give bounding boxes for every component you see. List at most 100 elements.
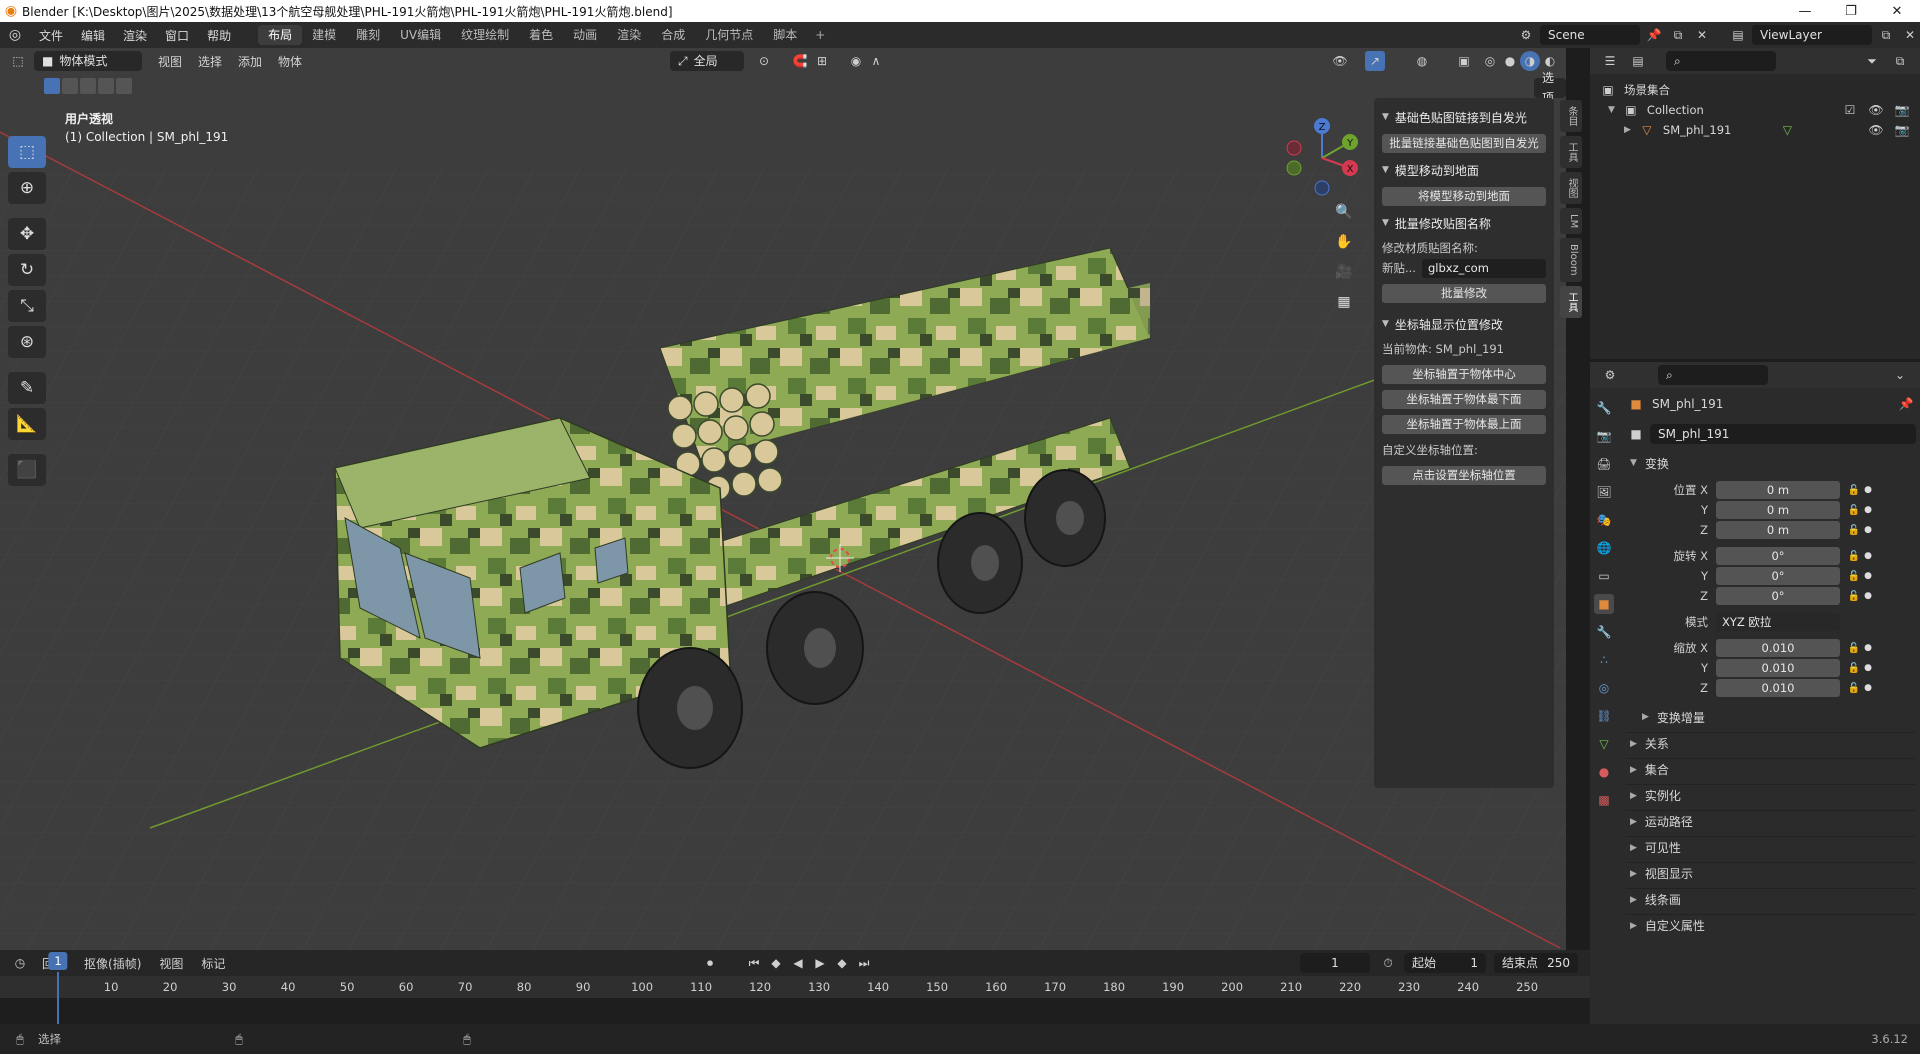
properties-search-input[interactable]: ⌕ xyxy=(1658,365,1768,385)
data-tab-icon[interactable]: ▽ xyxy=(1594,734,1614,754)
texture-tab-icon[interactable]: ▩ xyxy=(1594,790,1614,810)
menu-select[interactable]: 选择 xyxy=(190,53,230,70)
display-mode-icon[interactable]: ▤ xyxy=(1628,51,1648,71)
transform-tool-icon[interactable]: ⊛ xyxy=(8,326,46,358)
tab-lm[interactable]: LM xyxy=(1560,208,1582,235)
tab-bloom[interactable]: Bloom xyxy=(1560,238,1582,282)
zoom-icon[interactable]: 🔍 xyxy=(1330,198,1358,226)
scene-tab-icon[interactable]: 🎭 xyxy=(1594,510,1614,530)
batch-rename-button[interactable]: 批量修改 xyxy=(1382,284,1546,303)
tab-geometry-nodes[interactable]: 几何节点 xyxy=(695,25,763,45)
set-origin-button[interactable]: 点击设置坐标轴位置 xyxy=(1382,466,1546,485)
object-datablock-icon[interactable]: ■ xyxy=(1626,424,1646,444)
object-tab-icon[interactable]: ■ xyxy=(1594,594,1614,614)
keyframe-dot-icon[interactable]: ● xyxy=(1862,643,1874,653)
pin-icon[interactable]: 📌 xyxy=(1644,25,1664,45)
panel-rename-textures-header[interactable]: ▼ 批量修改贴图名称 xyxy=(1382,212,1546,234)
menu-keying[interactable]: 抠像(插帧) xyxy=(78,955,147,972)
gizmo-toggle-icon[interactable]: ↗ xyxy=(1365,51,1385,71)
section-relations[interactable]: ▶ 关系 xyxy=(1626,732,1916,754)
keyframe-dot-icon[interactable]: ● xyxy=(1862,683,1874,693)
object-name-field[interactable]: SM_phl_191 xyxy=(1650,424,1916,444)
select-new-icon[interactable] xyxy=(44,78,60,94)
menu-object[interactable]: 物体 xyxy=(270,53,310,70)
select-extend-icon[interactable] xyxy=(62,78,78,94)
tab-tool-addon[interactable]: 工具 xyxy=(1560,285,1582,318)
lock-icon[interactable]: 🔓 xyxy=(1846,525,1862,536)
section-instancing[interactable]: ▶ 实例化 xyxy=(1626,784,1916,806)
lock-icon[interactable]: 🔓 xyxy=(1846,591,1862,602)
prev-keyframe-icon[interactable]: ◆ xyxy=(766,953,786,973)
menu-timeline-view[interactable]: 视图 xyxy=(153,955,189,972)
cursor-tool-icon[interactable]: ⊕ xyxy=(8,172,46,204)
origin-top-button[interactable]: 坐标轴置于物体最上面 xyxy=(1382,415,1546,434)
scale-y-field[interactable]: 0.010 xyxy=(1716,659,1840,677)
keyframe-dot-icon[interactable]: ● xyxy=(1862,591,1874,601)
playhead[interactable]: 1 xyxy=(48,952,68,970)
location-x-field[interactable]: 0 m xyxy=(1716,481,1840,499)
menu-help[interactable]: 帮助 xyxy=(198,27,240,44)
annotate-tool-icon[interactable]: ✎ xyxy=(8,372,46,404)
collection-tab-icon[interactable]: ▭ xyxy=(1594,566,1614,586)
delta-transform-section[interactable]: ▶ 变换增量 xyxy=(1626,706,1916,728)
add-cube-tool-icon[interactable]: ⬛ xyxy=(8,454,46,486)
move-tool-icon[interactable]: ✥ xyxy=(8,218,46,250)
particles-tab-icon[interactable]: ∴ xyxy=(1594,650,1614,670)
tab-layout[interactable]: 布局 xyxy=(258,25,303,45)
new-view-layer-icon[interactable]: ⧉ xyxy=(1876,25,1896,45)
start-frame-field[interactable]: 起始 1 xyxy=(1404,953,1486,973)
chevron-down-icon[interactable]: ⌄ xyxy=(1890,365,1910,385)
output-tab-icon[interactable]: 🖨 xyxy=(1594,454,1614,474)
solid-shading-icon[interactable]: ● xyxy=(1500,51,1520,71)
keyframe-dot-icon[interactable]: ● xyxy=(1862,485,1874,495)
rotation-y-field[interactable]: 0° xyxy=(1716,567,1840,585)
keyframe-dot-icon[interactable]: ● xyxy=(1862,505,1874,515)
world-tab-icon[interactable]: 🌐 xyxy=(1594,538,1614,558)
camera-icon[interactable]: 📷 xyxy=(1892,120,1912,140)
tab-modeling[interactable]: 建模 xyxy=(302,25,346,45)
perspective-toggle-icon[interactable]: ▦ xyxy=(1330,288,1358,316)
section-custom-properties[interactable]: ▶ 自定义属性 xyxy=(1626,914,1916,936)
select-invert-icon[interactable] xyxy=(98,78,114,94)
tab-scripting[interactable]: 脚本 xyxy=(763,25,807,45)
link-basecolor-emission-button[interactable]: 批量链接基础色贴图到自发光 xyxy=(1382,134,1546,153)
lock-icon[interactable]: 🔓 xyxy=(1846,551,1862,562)
filter-icon[interactable]: ⏷ xyxy=(1862,51,1882,71)
falloff-icon[interactable]: ∧ xyxy=(866,51,886,71)
keyframe-dot-icon[interactable]: ● xyxy=(1862,663,1874,673)
snap-target-icon[interactable]: ⊞ xyxy=(812,51,832,71)
tab-compositing[interactable]: 合成 xyxy=(651,25,695,45)
panel-move-ground-header[interactable]: ▼ 模型移动到地面 xyxy=(1382,159,1546,181)
menu-add[interactable]: 添加 xyxy=(230,53,270,70)
navigation-gizmo[interactable]: Z Y X xyxy=(1280,116,1364,200)
end-frame-field[interactable]: 结束点 250 xyxy=(1494,953,1578,973)
lock-icon[interactable]: 🔓 xyxy=(1846,485,1862,496)
tab-rendering[interactable]: 渲染 xyxy=(607,25,651,45)
lock-icon[interactable]: 🔓 xyxy=(1846,683,1862,694)
tab-animation[interactable]: 动画 xyxy=(563,25,607,45)
lock-icon[interactable]: 🔓 xyxy=(1846,505,1862,516)
panel-origin-header[interactable]: ▼ 坐标轴显示位置修改 xyxy=(1382,313,1546,335)
tab-texture-paint[interactable]: 纹理绘制 xyxy=(451,25,519,45)
section-collections[interactable]: ▶ 集合 xyxy=(1626,758,1916,780)
tab-shading[interactable]: 着色 xyxy=(519,25,563,45)
section-line-art[interactable]: ▶ 线条画 xyxy=(1626,888,1916,910)
rotation-x-field[interactable]: 0° xyxy=(1716,547,1840,565)
location-z-field[interactable]: 0 m xyxy=(1716,521,1840,539)
tree-object[interactable]: ▶ ▽ SM_phl_191 ▽ 👁 📷 xyxy=(1598,120,1912,140)
scale-z-field[interactable]: 0.010 xyxy=(1716,679,1840,697)
lock-icon[interactable]: 🔓 xyxy=(1846,571,1862,582)
play-icon[interactable]: ▶ xyxy=(810,953,830,973)
menu-marker[interactable]: 标记 xyxy=(195,955,231,972)
scene-icon[interactable]: ⚙ xyxy=(1516,25,1536,45)
eye-icon[interactable]: 👁 xyxy=(1866,100,1886,120)
minimize-button[interactable]: — xyxy=(1782,0,1828,22)
proportional-editing-icon[interactable]: ◉ xyxy=(846,51,866,71)
menu-edit[interactable]: 编辑 xyxy=(72,27,114,44)
tree-collection[interactable]: ▼ ▣ Collection ☑ 👁 📷 xyxy=(1598,100,1912,120)
view-layer-icon[interactable]: ▤ xyxy=(1728,25,1748,45)
location-y-field[interactable]: 0 m xyxy=(1716,501,1840,519)
tool-tab-icon[interactable]: 🔧 xyxy=(1594,398,1614,418)
view-layer-tab-icon[interactable]: 🖼 xyxy=(1594,482,1614,502)
render-tab-icon[interactable]: 📷 xyxy=(1594,426,1614,446)
